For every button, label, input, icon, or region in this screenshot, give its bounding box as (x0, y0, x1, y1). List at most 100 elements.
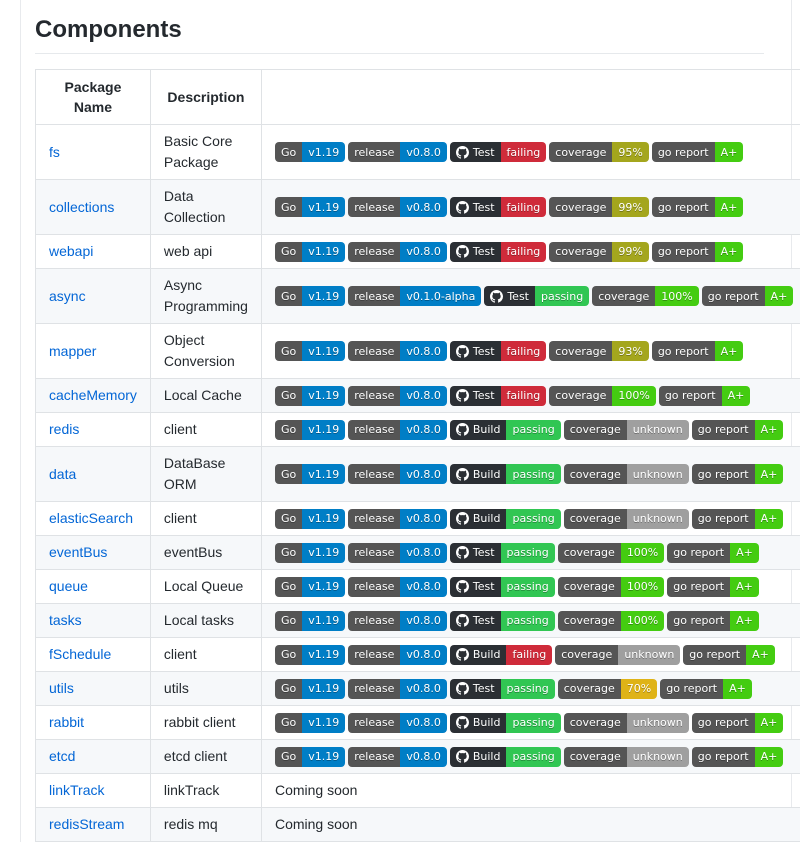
package-link[interactable]: webapi (49, 243, 93, 259)
release-badge[interactable]: releasev0.8.0 (348, 197, 447, 217)
package-link[interactable]: tasks (49, 612, 82, 628)
go-report-badge[interactable]: go reportA+ (692, 713, 784, 733)
github-icon (456, 682, 469, 695)
go-version-badge[interactable]: Gov1.19 (275, 577, 345, 597)
release-badge[interactable]: releasev0.1.0-alpha (348, 286, 481, 306)
go-version-badge[interactable]: Gov1.19 (275, 197, 345, 217)
coverage-badge[interactable]: coverage99% (549, 197, 649, 217)
go-report-badge[interactable]: go reportA+ (692, 747, 784, 767)
release-badge[interactable]: releasev0.8.0 (348, 341, 447, 361)
release-badge[interactable]: releasev0.8.0 (348, 509, 447, 529)
coverage-badge[interactable]: coverageunknown (564, 713, 689, 733)
coverage-badge[interactable]: coverageunknown (564, 747, 689, 767)
ci-status-badge[interactable]: Buildfailing (450, 645, 552, 665)
ci-status-badge[interactable]: Buildpassing (450, 420, 561, 440)
package-link[interactable]: eventBus (49, 544, 107, 560)
coverage-badge[interactable]: coverage100% (558, 611, 665, 631)
ci-status-badge[interactable]: Testpassing (450, 577, 555, 597)
ci-status-badge[interactable]: Testfailing (450, 242, 546, 262)
ci-status-badge[interactable]: Testpassing (484, 286, 589, 306)
package-link[interactable]: queue (49, 578, 88, 594)
go-version-badge[interactable]: Gov1.19 (275, 386, 345, 406)
coverage-badge[interactable]: coverage100% (558, 543, 665, 563)
go-version-badge[interactable]: Gov1.19 (275, 611, 345, 631)
package-link[interactable]: collections (49, 199, 114, 215)
table-row: fScheduleclientGov1.19releasev0.8.0Build… (36, 638, 800, 672)
ci-status-badge[interactable]: Testfailing (450, 142, 546, 162)
ci-status-badge[interactable]: Buildpassing (450, 713, 561, 733)
release-badge[interactable]: releasev0.8.0 (348, 577, 447, 597)
ci-status-badge[interactable]: Testpassing (450, 679, 555, 699)
go-version-badge[interactable]: Gov1.19 (275, 543, 345, 563)
ci-status-badge[interactable]: Testpassing (450, 611, 555, 631)
coverage-badge[interactable]: coverageunknown (564, 509, 689, 529)
coverage-badge[interactable]: coverage95% (549, 142, 649, 162)
go-version-badge[interactable]: Gov1.19 (275, 747, 345, 767)
ci-status-badge[interactable]: Testfailing (450, 386, 546, 406)
ci-status-badge[interactable]: Testfailing (450, 197, 546, 217)
coverage-badge[interactable]: coverageunknown (555, 645, 680, 665)
go-report-badge[interactable]: go reportA+ (652, 242, 744, 262)
go-version-badge[interactable]: Gov1.19 (275, 509, 345, 529)
package-link[interactable]: elasticSearch (49, 510, 133, 526)
go-version-badge[interactable]: Gov1.19 (275, 242, 345, 262)
release-badge[interactable]: releasev0.8.0 (348, 611, 447, 631)
package-link[interactable]: fSchedule (49, 646, 111, 662)
package-link[interactable]: etcd (49, 748, 75, 764)
ci-status-badge[interactable]: Testpassing (450, 543, 555, 563)
release-badge[interactable]: releasev0.8.0 (348, 464, 447, 484)
release-badge[interactable]: releasev0.8.0 (348, 242, 447, 262)
go-version-badge[interactable]: Gov1.19 (275, 464, 345, 484)
go-version-badge[interactable]: Gov1.19 (275, 286, 345, 306)
go-report-badge[interactable]: go reportA+ (652, 197, 744, 217)
package-link[interactable]: async (49, 288, 86, 304)
go-report-badge[interactable]: go reportA+ (692, 464, 784, 484)
coverage-badge[interactable]: coverage93% (549, 341, 649, 361)
package-link[interactable]: redisStream (49, 816, 124, 832)
go-version-badge[interactable]: Gov1.19 (275, 713, 345, 733)
coverage-badge[interactable]: coverage100% (592, 286, 699, 306)
release-badge[interactable]: releasev0.8.0 (348, 713, 447, 733)
go-report-badge[interactable]: go reportA+ (652, 142, 744, 162)
coverage-badge[interactable]: coverageunknown (564, 420, 689, 440)
coverage-badge[interactable]: coverage70% (558, 679, 658, 699)
go-report-badge[interactable]: go reportA+ (692, 420, 784, 440)
go-version-badge[interactable]: Gov1.19 (275, 679, 345, 699)
go-report-badge[interactable]: go reportA+ (660, 679, 752, 699)
package-link[interactable]: redis (49, 421, 79, 437)
ci-status-badge[interactable]: Buildpassing (450, 747, 561, 767)
go-version-badge[interactable]: Gov1.19 (275, 142, 345, 162)
release-badge[interactable]: releasev0.8.0 (348, 679, 447, 699)
package-link[interactable]: utils (49, 680, 74, 696)
ci-status-badge[interactable]: Testfailing (450, 341, 546, 361)
package-link[interactable]: rabbit (49, 714, 84, 730)
coverage-badge[interactable]: coverage99% (549, 242, 649, 262)
package-link[interactable]: mapper (49, 343, 96, 359)
go-report-badge[interactable]: go reportA+ (659, 386, 751, 406)
package-link[interactable]: cacheMemory (49, 387, 137, 403)
go-version-badge[interactable]: Gov1.19 (275, 341, 345, 361)
package-link[interactable]: fs (49, 144, 60, 160)
coverage-badge[interactable]: coverage100% (549, 386, 656, 406)
release-badge[interactable]: releasev0.8.0 (348, 420, 447, 440)
release-badge[interactable]: releasev0.8.0 (348, 386, 447, 406)
release-badge[interactable]: releasev0.8.0 (348, 142, 447, 162)
ci-status-badge[interactable]: Buildpassing (450, 464, 561, 484)
go-report-badge[interactable]: go reportA+ (667, 577, 759, 597)
coverage-badge[interactable]: coverageunknown (564, 464, 689, 484)
package-link[interactable]: linkTrack (49, 782, 105, 798)
coverage-badge[interactable]: coverage100% (558, 577, 665, 597)
go-report-badge[interactable]: go reportA+ (702, 286, 794, 306)
go-report-badge[interactable]: go reportA+ (692, 509, 784, 529)
go-report-badge[interactable]: go reportA+ (683, 645, 775, 665)
go-version-badge[interactable]: Gov1.19 (275, 420, 345, 440)
go-report-badge[interactable]: go reportA+ (667, 611, 759, 631)
release-badge[interactable]: releasev0.8.0 (348, 543, 447, 563)
ci-status-badge[interactable]: Buildpassing (450, 509, 561, 529)
release-badge[interactable]: releasev0.8.0 (348, 645, 447, 665)
package-link[interactable]: data (49, 466, 76, 482)
go-version-badge[interactable]: Gov1.19 (275, 645, 345, 665)
go-report-badge[interactable]: go reportA+ (652, 341, 744, 361)
go-report-badge[interactable]: go reportA+ (667, 543, 759, 563)
release-badge[interactable]: releasev0.8.0 (348, 747, 447, 767)
